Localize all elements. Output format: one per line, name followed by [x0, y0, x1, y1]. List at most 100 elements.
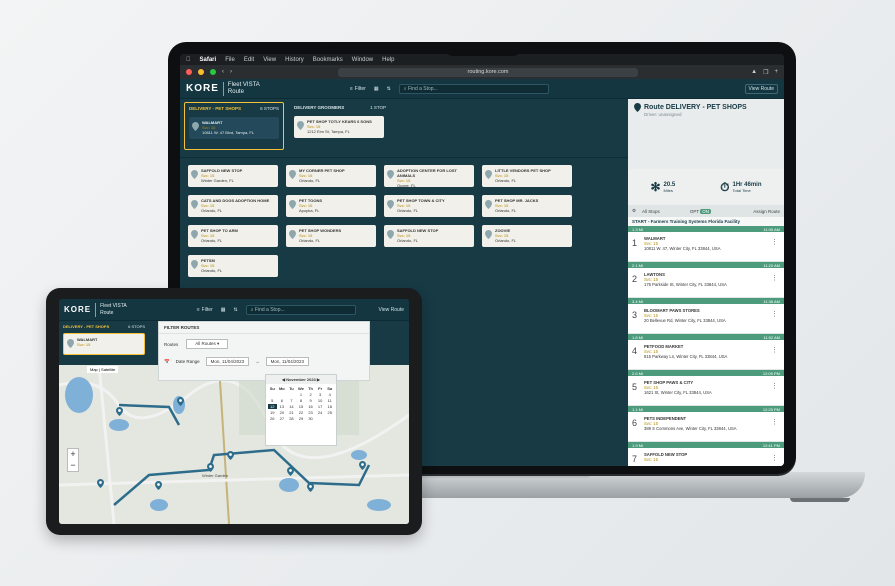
stop-card[interactable]: LITTLE VENDORS PET SHOP Svc: 15 Orlando, F… — [482, 165, 572, 187]
calendar-day[interactable]: 21 — [287, 410, 296, 415]
assign-route-button[interactable]: Assign Route — [753, 209, 780, 214]
map-pin-icon[interactable] — [227, 447, 234, 460]
filter-button[interactable]: ≡ Filter — [350, 86, 366, 92]
more-options-icon[interactable]: ⋮ — [771, 382, 778, 390]
calendar-day[interactable]: 29 — [297, 416, 306, 421]
calendar-day[interactable]: 2 — [306, 392, 315, 397]
map-pin-icon[interactable] — [116, 403, 123, 416]
menubar-app-name[interactable]: Safari — [200, 57, 217, 63]
calendar-day[interactable]: 28 — [287, 416, 296, 421]
calendar-day[interactable]: 12 — [268, 404, 277, 409]
search-input[interactable]: ⌕ Find a Stop... — [245, 304, 356, 315]
calendar-day[interactable]: 27 — [278, 416, 287, 421]
calendar-day[interactable]: 20 — [278, 410, 287, 415]
tabs-icon[interactable]: ❐ — [763, 69, 768, 76]
stop-card[interactable]: PET SHOP TOTLY KEARS 6 SONS Svc: 15 1212… — [294, 116, 384, 138]
grid-view-icon[interactable]: ▦ — [221, 307, 226, 313]
route-group-pet-shops[interactable]: DELIVERY - PET SHOPS 6 STOPS WALMART Svc… — [184, 102, 284, 150]
route-stop[interactable]: 3.4 MI 11:36 AM 3 BLOOMART PAWS STORES Svc: … — [628, 298, 784, 334]
date-to-input[interactable]: Mon, 11/04/2023 — [265, 357, 310, 366]
calendar-day[interactable]: 15 — [297, 404, 306, 409]
filter-button[interactable]: ≡ Filter — [197, 307, 213, 313]
calendar-day[interactable]: 8 — [297, 398, 306, 403]
view-route-button[interactable]: View Route — [744, 83, 778, 94]
stop-card[interactable]: PET TOONS Svc: 15 Apopka, FL — [286, 195, 376, 217]
map-tab[interactable]: Map — [90, 367, 98, 372]
calendar-day[interactable]: 10 — [316, 398, 325, 403]
map-view-icon[interactable]: ⇅ — [387, 86, 391, 92]
route-stop[interactable]: 2.6 MI 12:09 PM 5 PET SHOP PAWS & CITY Svc: … — [628, 370, 784, 406]
menu-window[interactable]: Window — [352, 57, 373, 63]
route-stop[interactable]: 1.1 MI 12:25 PM 6 PETS INDEPENDENT Svc: 15 38… — [628, 406, 784, 442]
routes-select[interactable]: All Routes ▾ — [186, 339, 229, 349]
route-stop[interactable]: 1.8 MI 11:52 AM 4 PETFOOD MARKET Svc: 15 815 … — [628, 334, 784, 370]
calendar-day[interactable]: 18 — [325, 404, 334, 409]
calendar-day[interactable]: 14 — [287, 404, 296, 409]
satellite-tab[interactable]: Satellite — [101, 367, 115, 372]
route-stop[interactable]: 2.1 MI 11:20 AM 2 LAWTONS Svc: 15 176 Parksid… — [628, 262, 784, 298]
zoom-in-button[interactable]: + — [68, 449, 78, 460]
stop-card[interactable]: PETSM Svc: 15 Orlando, FL — [188, 255, 278, 277]
map-pin-icon[interactable] — [307, 479, 314, 492]
menu-file[interactable]: File — [225, 57, 235, 63]
stop-card[interactable]: SAFFOLD NEW STOP Svc: 15 Orlando, FL — [384, 225, 474, 247]
calendar-day[interactable]: 23 — [306, 410, 315, 415]
more-options-icon[interactable]: ⋮ — [771, 274, 778, 282]
map-pin-icon[interactable] — [359, 457, 366, 470]
menu-edit[interactable]: Edit — [244, 57, 254, 63]
calendar-day[interactable]: 4 — [325, 392, 334, 397]
more-options-icon[interactable]: ⋮ — [771, 418, 778, 426]
new-tab-icon[interactable]: + — [774, 69, 778, 75]
gear-icon[interactable]: ⚙ — [632, 208, 636, 214]
stop-card[interactable]: PET SHOP TO ARM Svc: 15 Orlando, FL — [188, 225, 278, 247]
stop-card[interactable]: WALMART Svc: 15 10811 W. 47 Blvd, Tampa,… — [189, 117, 279, 139]
prev-month-icon[interactable]: ◀ — [282, 377, 285, 382]
map-pin-icon[interactable] — [177, 393, 184, 406]
next-month-icon[interactable]: ▶ — [317, 377, 320, 382]
map-view-icon[interactable]: ⇅ — [234, 307, 238, 313]
stop-card[interactable]: CATS AND DOGS ADOPTION HOME Svc: 15 Orland… — [188, 195, 278, 217]
stop-card[interactable]: SAFFOLD NEW STOP Svc: 15 Winter Garden, FL — [188, 165, 278, 187]
calendar-day[interactable]: 7 — [287, 398, 296, 403]
zoom-out-button[interactable]: − — [68, 460, 78, 471]
map-pin-icon[interactable] — [207, 459, 214, 472]
date-from-input[interactable]: Mon, 11/04/2023 — [205, 357, 250, 366]
stop-card[interactable]: PET SHOP TOWN & CITY Svc: 15 Orlando, FL — [384, 195, 474, 217]
calendar-day[interactable]: 26 — [268, 416, 277, 421]
route-group-groomers[interactable]: DELIVERY GROOMERS 1 STOP PET SHOP TOTLY … — [290, 102, 390, 150]
stop-card[interactable]: ADOPTION CENTER FOR LOST ANIMALS Svc: 15 O… — [384, 165, 474, 188]
calendar-day[interactable]: 3 — [316, 392, 325, 397]
route-stop[interactable]: 1.3 MI 11:05 AM 1 WALMART Svc: 15 10811 W. 47… — [628, 226, 784, 262]
address-bar[interactable]: routing.kore.com — [338, 67, 638, 77]
map-pin-icon[interactable] — [287, 463, 294, 476]
route-stop[interactable]: 1.9 MI 12:41 PM 7 SAFFOLD NEW STOP Svc: 15 ⋮ — [628, 442, 784, 466]
apple-icon[interactable]:  — [186, 57, 191, 63]
menu-history[interactable]: History — [285, 57, 304, 63]
map-pin-icon[interactable] — [97, 475, 104, 488]
stop-card[interactable]: ZOOVIE Svc: 15 Orlando, FL — [482, 225, 572, 247]
calendar-day[interactable]: 6 — [278, 398, 287, 403]
search-input[interactable]: ⌕ Find a Stop... — [398, 83, 549, 94]
all-stops-filter[interactable]: All Stops — [642, 209, 660, 214]
calendar-day[interactable]: 5 — [268, 398, 277, 403]
stop-card[interactable]: PET SHOP MR. JACKS Svc: 15 Orlando, FL — [482, 195, 572, 217]
optimize-toggle[interactable]: OPT ON — [690, 208, 711, 214]
calendar-day[interactable]: 22 — [297, 410, 306, 415]
grid-view-icon[interactable]: ▦ — [374, 86, 379, 92]
close-window-button[interactable] — [186, 69, 192, 75]
stop-card[interactable]: MY CORNER PET SHOP Svc: 15 Orlando, FL — [286, 165, 376, 187]
map-pin-icon[interactable] — [155, 477, 162, 490]
view-route-button[interactable]: View Route — [379, 307, 404, 313]
calendar-day[interactable]: 13 — [278, 404, 287, 409]
menu-help[interactable]: Help — [382, 57, 394, 63]
share-icon[interactable]: ▲ — [751, 69, 757, 75]
zoom-window-button[interactable] — [210, 69, 216, 75]
calendar-day[interactable]: 30 — [306, 416, 315, 421]
more-options-icon[interactable]: ⋮ — [771, 454, 778, 462]
stop-card[interactable]: WALMART Svc: 15 — [63, 333, 145, 355]
forward-icon[interactable]: › — [230, 69, 232, 75]
calendar-day[interactable]: 9 — [306, 398, 315, 403]
more-options-icon[interactable]: ⋮ — [771, 238, 778, 246]
menu-view[interactable]: View — [263, 57, 276, 63]
minimize-window-button[interactable] — [198, 69, 204, 75]
